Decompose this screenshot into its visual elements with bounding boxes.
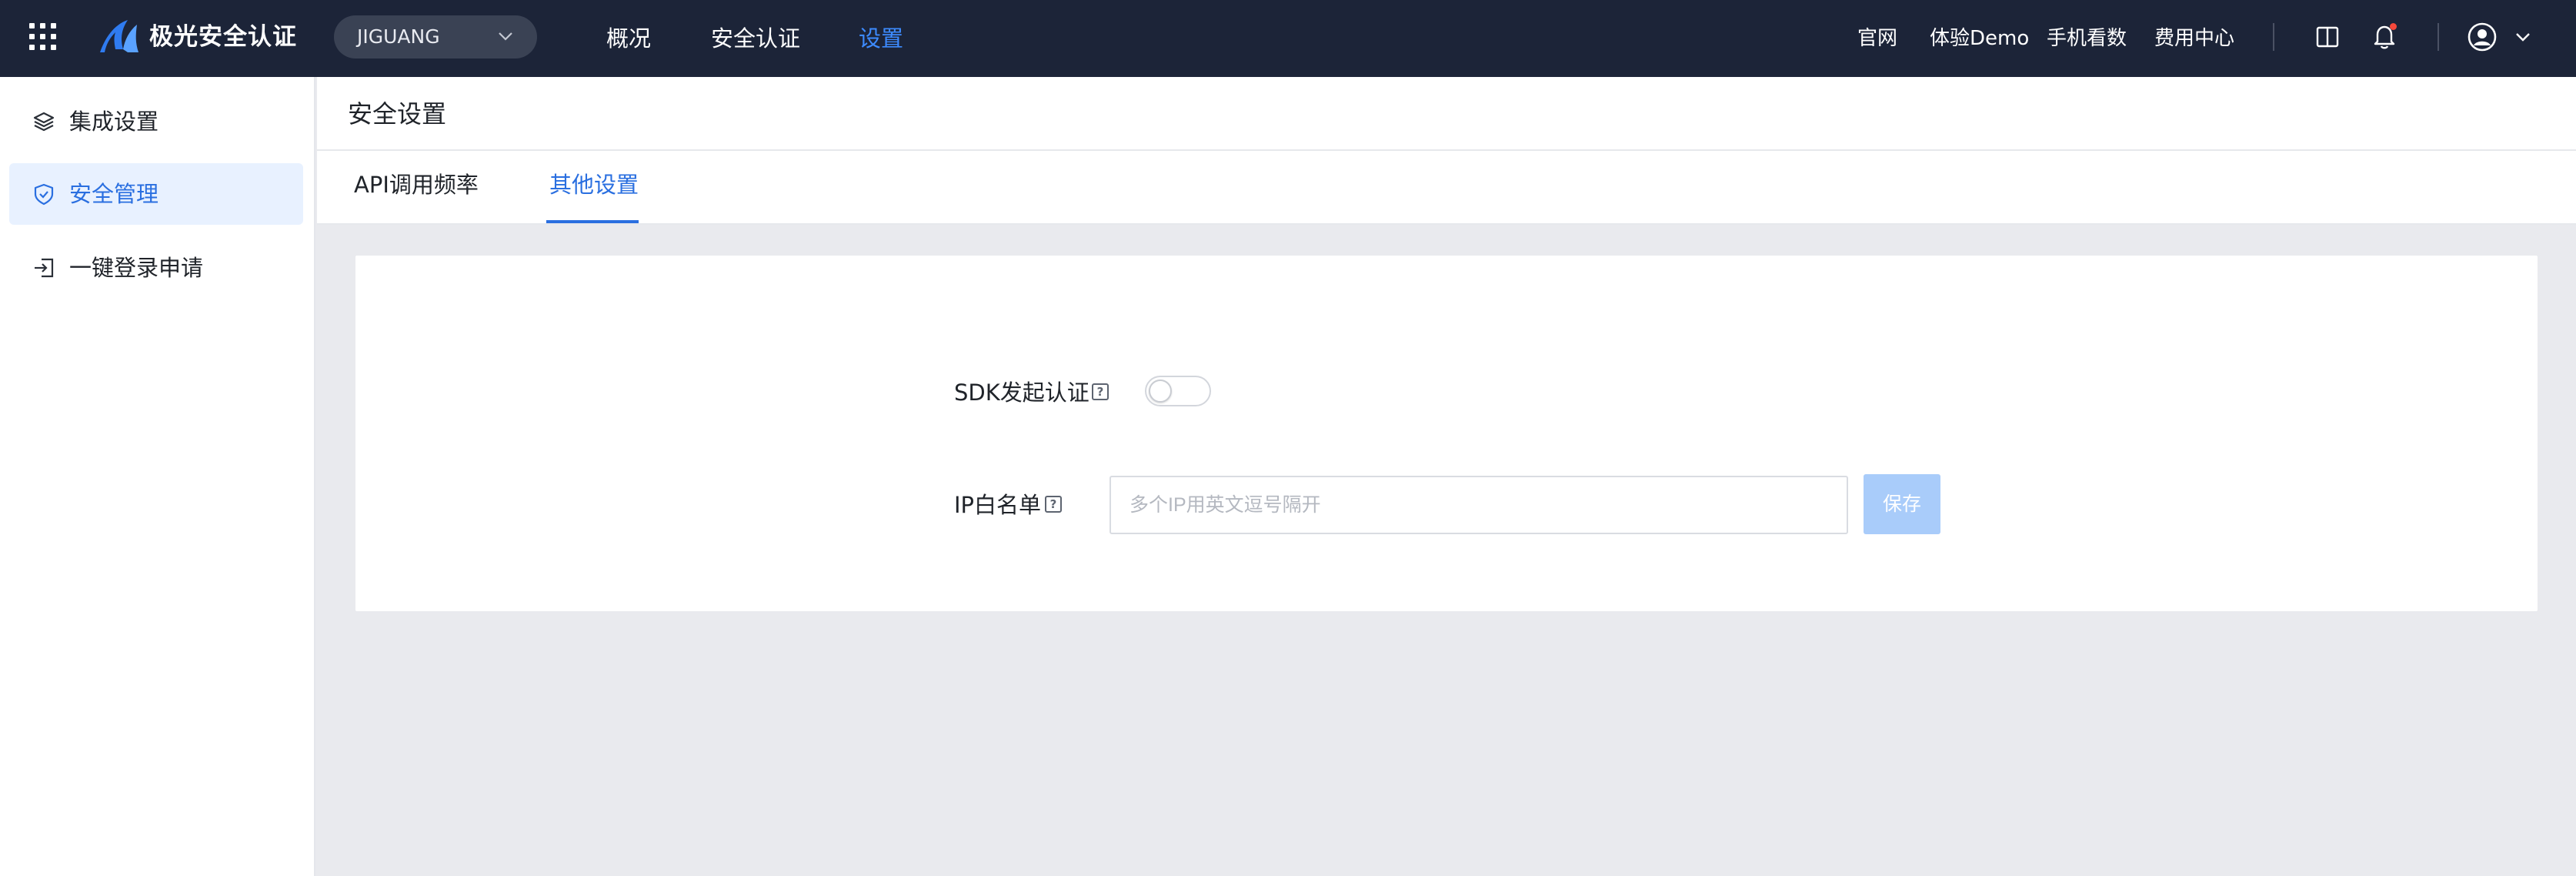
notification-badge bbox=[2390, 23, 2397, 30]
tab-bar: API调用频率 其他设置 bbox=[317, 151, 2576, 225]
nav-overview[interactable]: 概况 bbox=[606, 23, 651, 54]
user-avatar-icon[interactable] bbox=[2467, 22, 2498, 52]
help-icon[interactable]: ? bbox=[1045, 496, 1062, 513]
divider bbox=[2438, 23, 2439, 51]
ip-whitelist-label: IP白名单 bbox=[954, 492, 1042, 518]
sidebar-item-one-click-login[interactable]: 一键登录申请 bbox=[9, 237, 303, 299]
ip-whitelist-input[interactable] bbox=[1109, 476, 1848, 534]
sidebar-item-label: 安全管理 bbox=[69, 181, 159, 207]
sidebar-item-security-management[interactable]: 安全管理 bbox=[9, 163, 303, 225]
active-tab-indicator bbox=[546, 220, 639, 223]
page-header: 安全设置 bbox=[317, 77, 2576, 151]
brand-logo[interactable] bbox=[97, 18, 140, 54]
page-title: 安全设置 bbox=[348, 99, 447, 129]
app-selector-dropdown[interactable]: JIGUANG bbox=[334, 15, 537, 59]
app-title: 极光安全认证 bbox=[149, 23, 297, 51]
settings-card: SDK发起认证 ? IP白名单 ? 保存 bbox=[355, 256, 2538, 611]
help-icon[interactable]: ? bbox=[1092, 383, 1109, 400]
nav-security-auth[interactable]: 安全认证 bbox=[711, 23, 800, 54]
apps-grid-icon[interactable] bbox=[29, 23, 57, 51]
link-billing-center[interactable]: 费用中心 bbox=[2154, 25, 2234, 52]
sdk-auth-toggle[interactable] bbox=[1145, 376, 1211, 406]
sidebar-item-label: 集成设置 bbox=[69, 109, 159, 135]
layers-icon bbox=[33, 112, 55, 132]
sidebar-item-integration-settings[interactable]: 集成设置 bbox=[9, 91, 303, 152]
book-icon[interactable] bbox=[2316, 26, 2339, 48]
save-button[interactable]: 保存 bbox=[1864, 474, 1940, 534]
link-mobile-stats[interactable]: 手机看数 bbox=[2047, 25, 2127, 52]
sidebar: 集成设置 安全管理 一键登录申请 bbox=[0, 77, 315, 876]
chevron-down-icon[interactable] bbox=[2514, 29, 2531, 45]
chevron-down-icon bbox=[499, 32, 512, 41]
toggle-knob bbox=[1149, 379, 1172, 403]
tab-api-rate[interactable]: API调用频率 bbox=[354, 169, 479, 200]
sdk-auth-label: SDK发起认证 bbox=[954, 379, 1089, 406]
nav-settings[interactable]: 设置 bbox=[859, 23, 903, 54]
sidebar-item-label: 一键登录申请 bbox=[69, 255, 204, 281]
link-official-site[interactable]: 官网 bbox=[1857, 25, 1897, 52]
tab-other-settings[interactable]: 其他设置 bbox=[549, 169, 639, 200]
app-selector-value: JIGUANG bbox=[357, 25, 440, 48]
login-icon bbox=[35, 258, 54, 278]
shield-icon bbox=[34, 183, 54, 206]
top-navbar: 极光安全认证 JIGUANG 概况 安全认证 设置 官网 体验Demo 手机看数… bbox=[0, 0, 2576, 77]
divider bbox=[2273, 23, 2274, 51]
link-demo[interactable]: 体验Demo bbox=[1930, 25, 2029, 52]
